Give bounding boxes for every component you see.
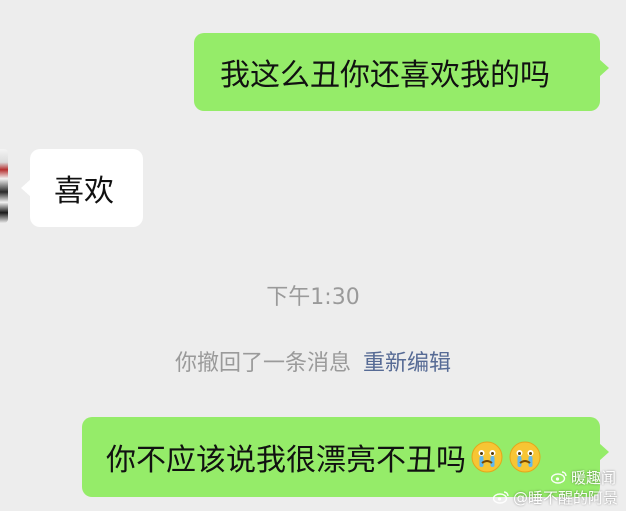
chat-window: 我这么丑你还喜欢我的吗 喜欢 下午1:30 你撤回了一条消息 重新编辑 你不应该说… [0, 0, 626, 511]
recall-notice-text: 你撤回了一条消息 [174, 351, 351, 376]
message-text: 我这么丑你还喜欢我的吗 [220, 58, 550, 93]
contact-avatar[interactable] [0, 149, 8, 223]
message-text: 喜欢 [54, 174, 114, 209]
outgoing-message-bubble[interactable]: 我这么丑你还喜欢我的吗 [194, 33, 609, 111]
watermark-user-text: @睡不醒的阿景 [512, 489, 618, 507]
re-edit-link[interactable]: 重新编辑 [363, 351, 451, 376]
recall-notice: 你撤回了一条消息 重新编辑 [0, 345, 626, 377]
weibo-logo-icon [550, 470, 567, 488]
weibo-logo-icon [492, 490, 509, 508]
crying-face-icon [470, 440, 504, 474]
watermark-user: @睡不醒的阿景 [492, 487, 618, 508]
outgoing-message-bubble[interactable]: 你不应该说我很漂亮不丑吗 [82, 417, 609, 497]
crying-face-icon [508, 440, 542, 474]
watermark-brand-text: 暖趣闻 [570, 469, 616, 487]
message-timestamp: 下午1:30 [266, 285, 360, 310]
message-text: 你不应该说我很漂亮不丑吗 [106, 443, 466, 478]
incoming-message-bubble[interactable]: 喜欢 [21, 149, 143, 227]
watermark-brand: 暖趣闻 [550, 467, 616, 488]
